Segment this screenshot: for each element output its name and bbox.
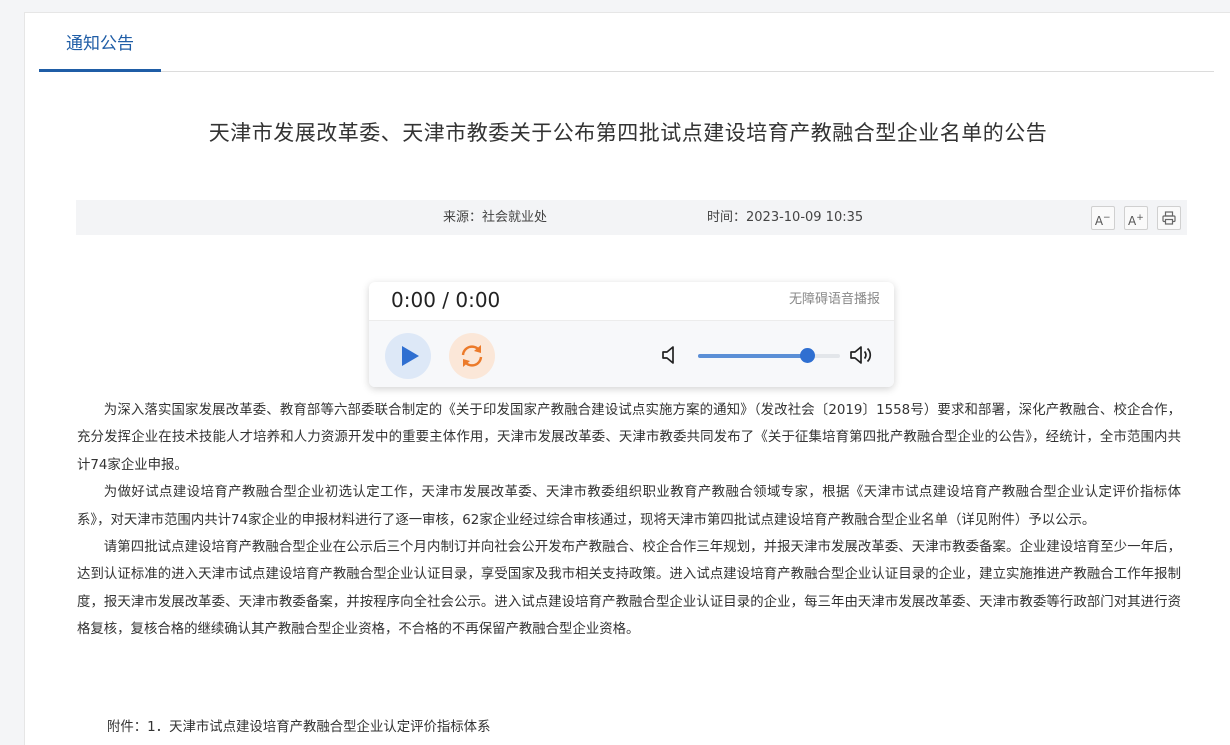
font-decrease-button[interactable]: A−: [1090, 206, 1115, 230]
print-button[interactable]: [1157, 206, 1181, 230]
volume-low-icon[interactable]: [661, 345, 677, 365]
play-icon: [402, 346, 419, 366]
notice-page: 通知公告 天津市发展改革委、天津市教委关于公布第四批试点建设培育产教融合型企业名…: [24, 12, 1230, 745]
loop-button[interactable]: [449, 333, 495, 379]
loop-icon: [461, 345, 483, 367]
article-body: 为深入落实国家发展改革委、教育部等六部委联合制定的《关于印发国家产教融合建设试点…: [77, 397, 1181, 644]
article-tools: A− A+: [1086, 206, 1181, 230]
article-paragraph: 请第四批试点建设培育产教融合型企业在公示后三个月内制订并向社会公开发布产教融合、…: [77, 540, 1181, 638]
print-icon: [1162, 211, 1176, 225]
player-time: 0:00 / 0:00: [391, 288, 501, 312]
font-decrease-icon: A−: [1094, 213, 1111, 228]
tab-notice[interactable]: 通知公告: [39, 13, 161, 72]
article-time: 时间：2023-10-09 10:35: [707, 210, 864, 225]
player-label: 无障碍语音播报: [788, 292, 880, 307]
font-increase-button[interactable]: A+: [1123, 206, 1148, 230]
article-title: 天津市发展改革委、天津市教委关于公布第四批试点建设培育产教融合型企业名单的公告: [208, 121, 1048, 145]
article-paragraph: 为深入落实国家发展改革委、教育部等六部委联合制定的《关于印发国家产教融合建设试点…: [77, 403, 1181, 473]
article-meta-bar: 来源：社会就业处 时间：2023-10-09 10:35 A− A+: [76, 200, 1187, 235]
article-attachment: 附件：1．天津市试点建设培育产教融合型企业认定评价指标体系: [107, 720, 491, 735]
font-increase-icon: A+: [1127, 213, 1144, 228]
volume-high-icon[interactable]: [849, 344, 875, 366]
tab-bar: 通知公告: [39, 13, 1214, 72]
volume-fill: [698, 354, 808, 358]
article-paragraph: 为做好试点建设培育产教融合型企业初选认定工作，天津市发展改革委、天津市教委组织职…: [77, 485, 1181, 528]
play-button[interactable]: [385, 333, 431, 379]
volume-slider[interactable]: [698, 348, 840, 363]
article-source: 来源：社会就业处: [443, 210, 548, 225]
audio-player: 0:00 / 0:00 无障碍语音播报: [369, 282, 894, 387]
